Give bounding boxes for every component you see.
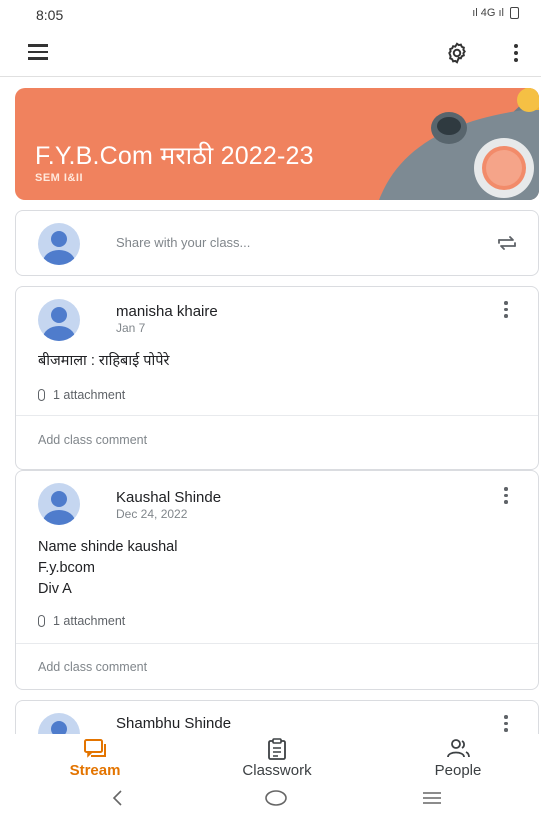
post-author: Kaushal Shinde (116, 489, 222, 506)
add-class-comment[interactable]: Add class comment (38, 660, 147, 674)
attachment-count: 1 attachment (53, 388, 126, 402)
stream-post: Kaushal Shinde Dec 24, 2022 Name shinde … (15, 470, 539, 690)
nav-label-classwork: Classwork (242, 762, 312, 779)
nav-people[interactable]: People (398, 734, 518, 780)
system-navigation (0, 786, 541, 814)
share-placeholder: Share with your class... (116, 235, 251, 250)
people-icon (447, 739, 470, 758)
post-author: Shambhu Shinde (116, 715, 232, 732)
back-icon[interactable] (110, 788, 126, 808)
home-icon[interactable] (264, 788, 288, 808)
bottom-navigation: Stream Classwork People (0, 734, 541, 784)
post-body-line: बीजमाला : राहिबाई पोपेरे (38, 353, 170, 369)
avatar (38, 299, 80, 341)
more-vert-icon[interactable] (508, 40, 524, 66)
nav-stream[interactable]: Stream (35, 734, 155, 780)
classwork-icon (268, 738, 286, 760)
stream-post: manisha khaire Jan 7 बीजमाला : राहिबाई प… (15, 286, 539, 470)
class-banner[interactable]: F.Y.B.Com मराठी 2022-23 SEM I&II (15, 88, 539, 200)
status-bar: 8:05 ıl 4G ıl (0, 0, 541, 30)
attachment-count: 1 attachment (53, 614, 126, 628)
repost-icon[interactable] (496, 233, 518, 253)
banner-illustration (379, 88, 539, 200)
post-date: Dec 24, 2022 (116, 507, 188, 521)
network-indicator: ıl 4G ıl (472, 7, 504, 19)
avatar (38, 483, 80, 525)
nav-label-people: People (434, 762, 482, 779)
attachment-link[interactable]: 1 attachment (38, 614, 125, 628)
attachment-link[interactable]: 1 attachment (38, 388, 125, 402)
battery-icon (510, 7, 519, 19)
menu-icon[interactable] (28, 44, 54, 62)
class-title: F.Y.B.Com मराठी 2022-23 (35, 142, 314, 170)
share-with-class-box[interactable]: Share with your class... (15, 210, 539, 276)
recents-icon[interactable] (420, 788, 444, 808)
app-bar (0, 30, 541, 77)
post-body: बीजमाला : राहिबाई पोपेरे (38, 351, 169, 372)
post-body-line: F.y.bcom (38, 560, 95, 576)
stream-icon (84, 739, 106, 758)
post-body: Name shinde kaushal F.y.bcom Div A (38, 537, 177, 600)
post-more-icon[interactable] (500, 301, 512, 323)
post-author: manisha khaire (116, 303, 218, 320)
attachment-icon (38, 389, 45, 401)
nav-label-stream: Stream (69, 762, 121, 779)
post-date: Jan 7 (116, 321, 146, 335)
divider (16, 643, 538, 644)
avatar (38, 223, 80, 265)
attachment-icon (38, 615, 45, 627)
add-class-comment[interactable]: Add class comment (38, 433, 147, 447)
post-body-line: Name shinde kaushal (38, 539, 178, 555)
post-more-icon[interactable] (500, 487, 512, 509)
nav-classwork[interactable]: Classwork (217, 734, 337, 780)
status-time: 8:05 (36, 7, 64, 23)
class-section: SEM I&II (35, 172, 84, 184)
divider (16, 415, 538, 416)
settings-icon[interactable] (444, 40, 470, 66)
post-body-line: Div A (38, 581, 72, 597)
status-icons: ıl 4G ıl (472, 7, 519, 19)
